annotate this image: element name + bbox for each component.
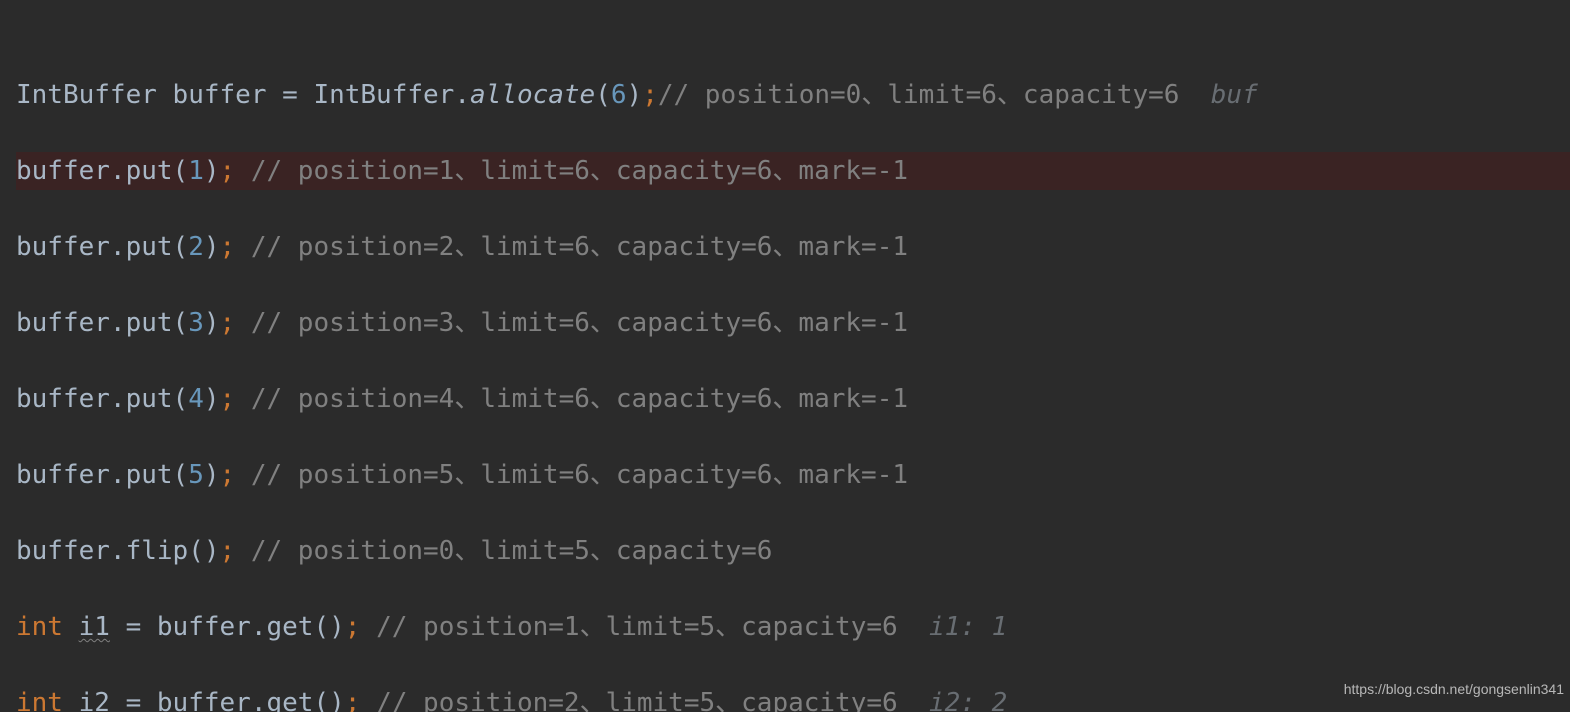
code-line[interactable]: int i2 = buffer.get(); // position=2、lim… — [16, 684, 1570, 712]
token-comment: // position=2、limit=6、capacity=6、mark=-1 — [235, 232, 908, 262]
token-method: put — [126, 156, 173, 186]
token-comment: // position=4、limit=6、capacity=6、mark=-1 — [235, 384, 908, 414]
token-method: allocate — [470, 80, 595, 110]
watermark: https://blog.csdn.net/gongsenlin341 — [1344, 670, 1564, 708]
token-semicolon: ; — [220, 384, 236, 414]
token-keyword: int — [16, 688, 63, 712]
token-comment: // position=0、limit=6、capacity=6 — [658, 80, 1211, 110]
token-paren: ( — [313, 612, 329, 642]
token-method: put — [126, 384, 173, 414]
token-paren: ( — [188, 536, 204, 566]
token-dot: . — [110, 384, 126, 414]
token-number: 3 — [188, 308, 204, 338]
inlay-hint: i2: 2 — [929, 688, 1007, 712]
code-line-highlighted[interactable]: buffer.put(1); // position=1、limit=6、cap… — [16, 152, 1570, 190]
token-variable: buffer — [173, 80, 267, 110]
token-number: 4 — [188, 384, 204, 414]
code-editor[interactable]: IntBuffer buffer = IntBuffer.allocate(6)… — [0, 0, 1570, 712]
token-paren: ( — [173, 460, 189, 490]
token-variable: buffer — [16, 460, 110, 490]
token-comment: // position=3、limit=6、capacity=6、mark=-1 — [235, 308, 908, 338]
code-line[interactable]: buffer.put(3); // position=3、limit=6、cap… — [16, 304, 1570, 342]
token-paren: ( — [173, 384, 189, 414]
token-type: IntBuffer — [16, 80, 157, 110]
token-paren: ) — [329, 688, 345, 712]
token-dot: . — [251, 688, 267, 712]
token-variable: buffer — [16, 156, 110, 186]
token-semicolon: ; — [220, 156, 236, 186]
token-semicolon: ; — [220, 308, 236, 338]
token-number: 1 — [188, 156, 204, 186]
token-comment: // position=0、limit=5、capacity=6 — [235, 536, 772, 566]
token-keyword: int — [16, 612, 63, 642]
token-paren: ( — [173, 308, 189, 338]
token-paren: ) — [204, 536, 220, 566]
code-line[interactable]: IntBuffer buffer = IntBuffer.allocate(6)… — [16, 76, 1570, 114]
code-line[interactable]: buffer.flip(); // position=0、limit=5、cap… — [16, 532, 1570, 570]
token-operator: = — [266, 80, 313, 110]
token-dot: . — [110, 156, 126, 186]
token-paren: ) — [204, 460, 220, 490]
token-comment: // position=1、limit=6、capacity=6、mark=-1 — [235, 156, 908, 186]
token-semicolon: ; — [345, 612, 361, 642]
token-semicolon: ; — [220, 232, 236, 262]
token-variable: buffer — [157, 612, 251, 642]
token-dot: . — [110, 536, 126, 566]
token-method: put — [126, 232, 173, 262]
token-paren: ( — [595, 80, 611, 110]
token-operator: = — [110, 612, 157, 642]
token-variable: buffer — [16, 308, 110, 338]
inlay-hint: buf — [1211, 80, 1258, 110]
token-paren: ) — [204, 232, 220, 262]
code-line[interactable]: buffer.put(4); // position=4、limit=6、cap… — [16, 380, 1570, 418]
token-number: 5 — [188, 460, 204, 490]
token-comment: // position=2、limit=5、capacity=6 — [360, 688, 929, 712]
token-semicolon: ; — [220, 460, 236, 490]
token-method: flip — [126, 536, 189, 566]
token-dot: . — [110, 460, 126, 490]
token-comment: // position=5、limit=6、capacity=6、mark=-1 — [235, 460, 908, 490]
token-method: get — [266, 612, 313, 642]
token-number: 2 — [188, 232, 204, 262]
token-operator: = — [110, 688, 157, 712]
token-dot: . — [454, 80, 470, 110]
token-variable: i1 — [79, 612, 110, 642]
token-semicolon: ; — [345, 688, 361, 712]
inlay-hint: i1: 1 — [929, 612, 1007, 642]
code-line[interactable]: int i1 = buffer.get(); // position=1、lim… — [16, 608, 1570, 646]
code-line[interactable]: buffer.put(2); // position=2、limit=6、cap… — [16, 228, 1570, 266]
token-variable: buffer — [16, 384, 110, 414]
token-variable: buffer — [157, 688, 251, 712]
token-variable: buffer — [16, 536, 110, 566]
token-dot: . — [110, 232, 126, 262]
token-paren: ( — [313, 688, 329, 712]
token-method: put — [126, 308, 173, 338]
token-method: get — [266, 688, 313, 712]
token-dot: . — [110, 308, 126, 338]
token-number: 6 — [611, 80, 627, 110]
token-paren: ) — [329, 612, 345, 642]
token-paren: ) — [627, 80, 643, 110]
token-paren: ) — [204, 308, 220, 338]
token-class: IntBuffer — [313, 80, 454, 110]
token-paren: ) — [204, 156, 220, 186]
token-variable: buffer — [16, 232, 110, 262]
token-paren: ( — [173, 156, 189, 186]
code-line[interactable]: buffer.put(5); // position=5、limit=6、cap… — [16, 456, 1570, 494]
token-paren: ) — [204, 384, 220, 414]
token-semicolon: ; — [220, 536, 236, 566]
token-comment: // position=1、limit=5、capacity=6 — [360, 612, 929, 642]
token-variable: i2 — [79, 688, 110, 712]
token-dot: . — [251, 612, 267, 642]
token-method: put — [126, 460, 173, 490]
token-semicolon: ; — [642, 80, 658, 110]
token-paren: ( — [173, 232, 189, 262]
